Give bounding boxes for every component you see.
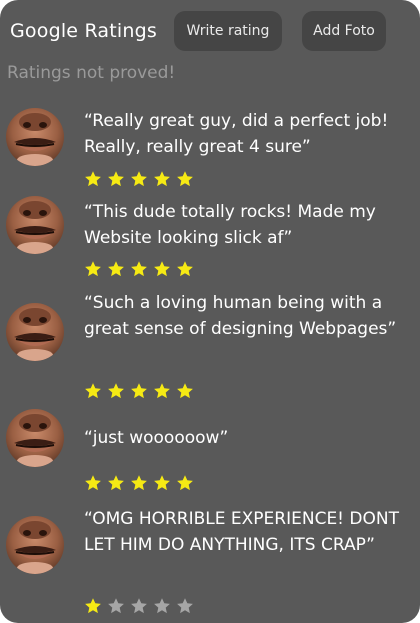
star-filled-icon <box>85 598 101 614</box>
review-text: “just woooooow” <box>84 428 229 448</box>
star-filled-icon <box>85 261 101 277</box>
star-rating <box>84 474 199 492</box>
star-filled-icon <box>177 475 193 491</box>
reviewer-avatar-photo-icon <box>6 108 64 166</box>
star-filled-icon <box>108 475 124 491</box>
star-rating <box>84 170 199 188</box>
star-rating <box>84 260 199 278</box>
reviewer-avatar <box>6 108 64 166</box>
star-filled-icon <box>108 171 124 187</box>
star-filled-icon <box>85 475 101 491</box>
star-empty-icon <box>131 598 147 614</box>
star-filled-icon <box>108 383 124 399</box>
reviewer-avatar <box>6 409 64 467</box>
write-rating-button[interactable]: Write rating <box>174 11 282 51</box>
reviewer-avatar <box>6 303 64 361</box>
star-filled-icon <box>131 171 147 187</box>
reviewer-avatar-photo-icon <box>6 516 64 574</box>
star-filled-icon <box>85 383 101 399</box>
review-text: “Really great guy, did a perfect job! Re… <box>84 111 389 157</box>
star-filled-icon <box>154 475 170 491</box>
star-empty-icon <box>108 598 124 614</box>
star-rating <box>84 597 199 615</box>
star-filled-icon <box>85 171 101 187</box>
review-text: “Such a loving human being with a great … <box>84 293 397 339</box>
star-filled-icon <box>177 383 193 399</box>
add-foto-button[interactable]: Add Foto <box>302 11 386 51</box>
star-rating <box>84 382 199 400</box>
star-filled-icon <box>177 261 193 277</box>
reviewer-avatar-photo-icon <box>6 409 64 467</box>
review-text: “This dude totally rocks! Made my Websit… <box>84 202 376 248</box>
star-filled-icon <box>108 261 124 277</box>
ratings-disclaimer: Ratings not proved! <box>7 63 176 83</box>
star-filled-icon <box>154 171 170 187</box>
page-title: Google Ratings <box>10 20 157 42</box>
ratings-card: Google Ratings Write rating Add Foto Rat… <box>0 0 420 623</box>
star-filled-icon <box>154 383 170 399</box>
reviewer-avatar-photo-icon <box>6 196 64 254</box>
star-empty-icon <box>177 598 193 614</box>
star-empty-icon <box>154 598 170 614</box>
star-filled-icon <box>177 171 193 187</box>
review-text: “OMG HORRIBLE EXPERIENCE! DONT LET HIM D… <box>84 509 399 555</box>
star-filled-icon <box>154 261 170 277</box>
reviewer-avatar-photo-icon <box>6 303 64 361</box>
star-filled-icon <box>131 261 147 277</box>
reviewer-avatar <box>6 196 64 254</box>
reviewer-avatar <box>6 516 64 574</box>
star-filled-icon <box>131 475 147 491</box>
star-filled-icon <box>131 383 147 399</box>
